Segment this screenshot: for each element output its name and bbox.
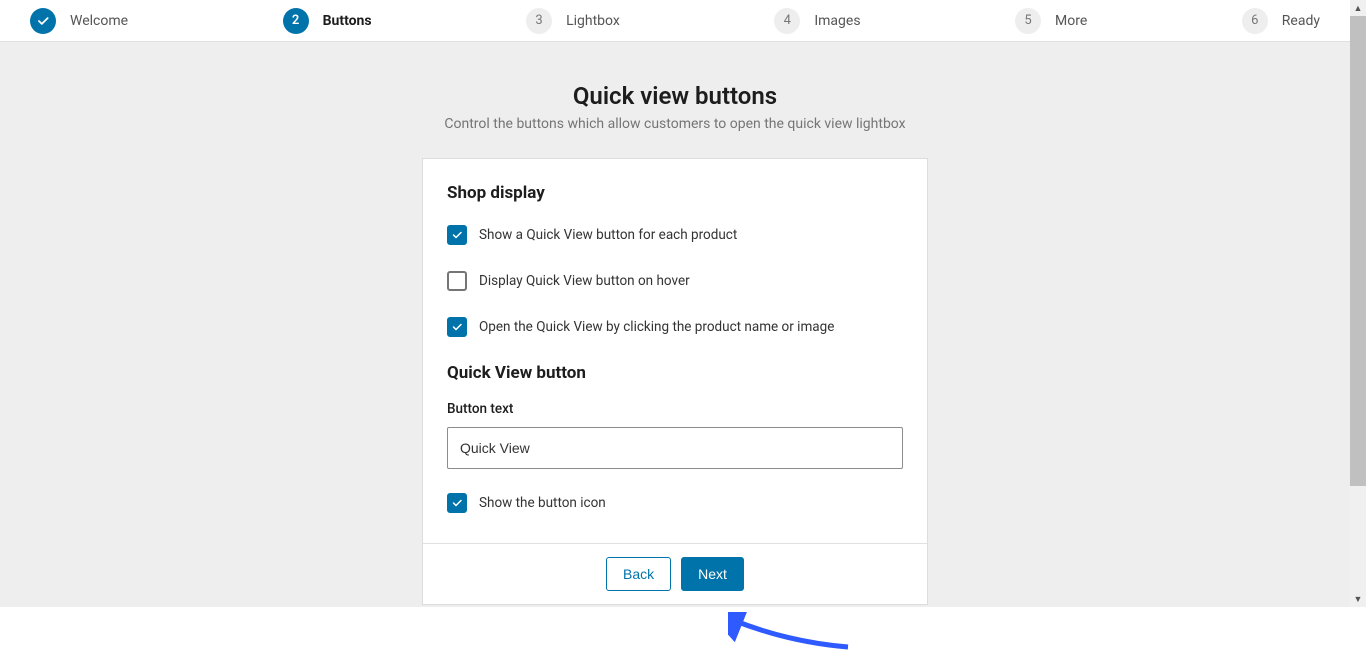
section-quickview-button: Quick View button <box>447 363 903 383</box>
section-shop-display: Shop display <box>447 183 903 203</box>
checkbox-icon[interactable] <box>447 317 467 337</box>
step-ready[interactable]: 6 Ready <box>1242 8 1320 34</box>
annotation-arrow-icon <box>728 612 858 652</box>
settings-card: Shop display Show a Quick View button fo… <box>422 158 928 605</box>
checkbox-label: Display Quick View button on hover <box>479 273 690 289</box>
checkbox-show-icon[interactable]: Show the button icon <box>447 493 903 513</box>
back-button[interactable]: Back <box>606 557 671 591</box>
checkbox-show-quickview[interactable]: Show a Quick View button for each produc… <box>447 225 903 245</box>
page-title: Quick view buttons <box>0 82 1350 110</box>
card-body: Shop display Show a Quick View button fo… <box>423 159 927 543</box>
scroll-down-icon[interactable]: ▼ <box>1350 591 1366 607</box>
checkbox-icon[interactable] <box>447 493 467 513</box>
scrollbar[interactable]: ▲ ▼ <box>1350 0 1366 607</box>
checkbox-label: Show a Quick View button for each produc… <box>479 227 737 243</box>
step-label: More <box>1055 13 1087 29</box>
wizard-stepper: Welcome 2 Buttons 3 Lightbox 4 Images 5 … <box>0 0 1350 42</box>
step-number: 2 <box>283 8 309 34</box>
step-number: 5 <box>1015 8 1041 34</box>
checkbox-hover-quickview[interactable]: Display Quick View button on hover <box>447 271 903 291</box>
step-label: Ready <box>1282 13 1320 29</box>
next-button[interactable]: Next <box>681 557 744 591</box>
card-footer: Back Next <box>423 543 927 604</box>
step-buttons[interactable]: 2 Buttons <box>283 8 372 34</box>
checkbox-label: Show the button icon <box>479 495 606 511</box>
step-number: 3 <box>526 8 552 34</box>
page-header: Quick view buttons Control the buttons w… <box>0 82 1350 132</box>
button-text-input[interactable] <box>447 427 903 469</box>
checkbox-open-click[interactable]: Open the Quick View by clicking the prod… <box>447 317 903 337</box>
step-label: Lightbox <box>566 13 620 29</box>
step-label: Buttons <box>323 13 372 29</box>
step-more[interactable]: 5 More <box>1015 8 1087 34</box>
step-label: Images <box>814 13 860 29</box>
checkbox-icon[interactable] <box>447 271 467 291</box>
scrollbar-thumb[interactable] <box>1350 16 1366 486</box>
step-number: 4 <box>774 8 800 34</box>
button-text-label: Button text <box>447 401 903 417</box>
page-subtitle: Control the buttons which allow customer… <box>0 116 1350 132</box>
checkbox-icon[interactable] <box>447 225 467 245</box>
step-number: 6 <box>1242 8 1268 34</box>
scroll-up-icon[interactable]: ▲ <box>1350 0 1366 16</box>
check-icon <box>30 8 56 34</box>
checkbox-label: Open the Quick View by clicking the prod… <box>479 319 834 335</box>
step-images[interactable]: 4 Images <box>774 8 860 34</box>
step-label: Welcome <box>70 13 128 29</box>
step-welcome[interactable]: Welcome <box>30 8 128 34</box>
step-lightbox[interactable]: 3 Lightbox <box>526 8 620 34</box>
main-content: Quick view buttons Control the buttons w… <box>0 42 1350 607</box>
